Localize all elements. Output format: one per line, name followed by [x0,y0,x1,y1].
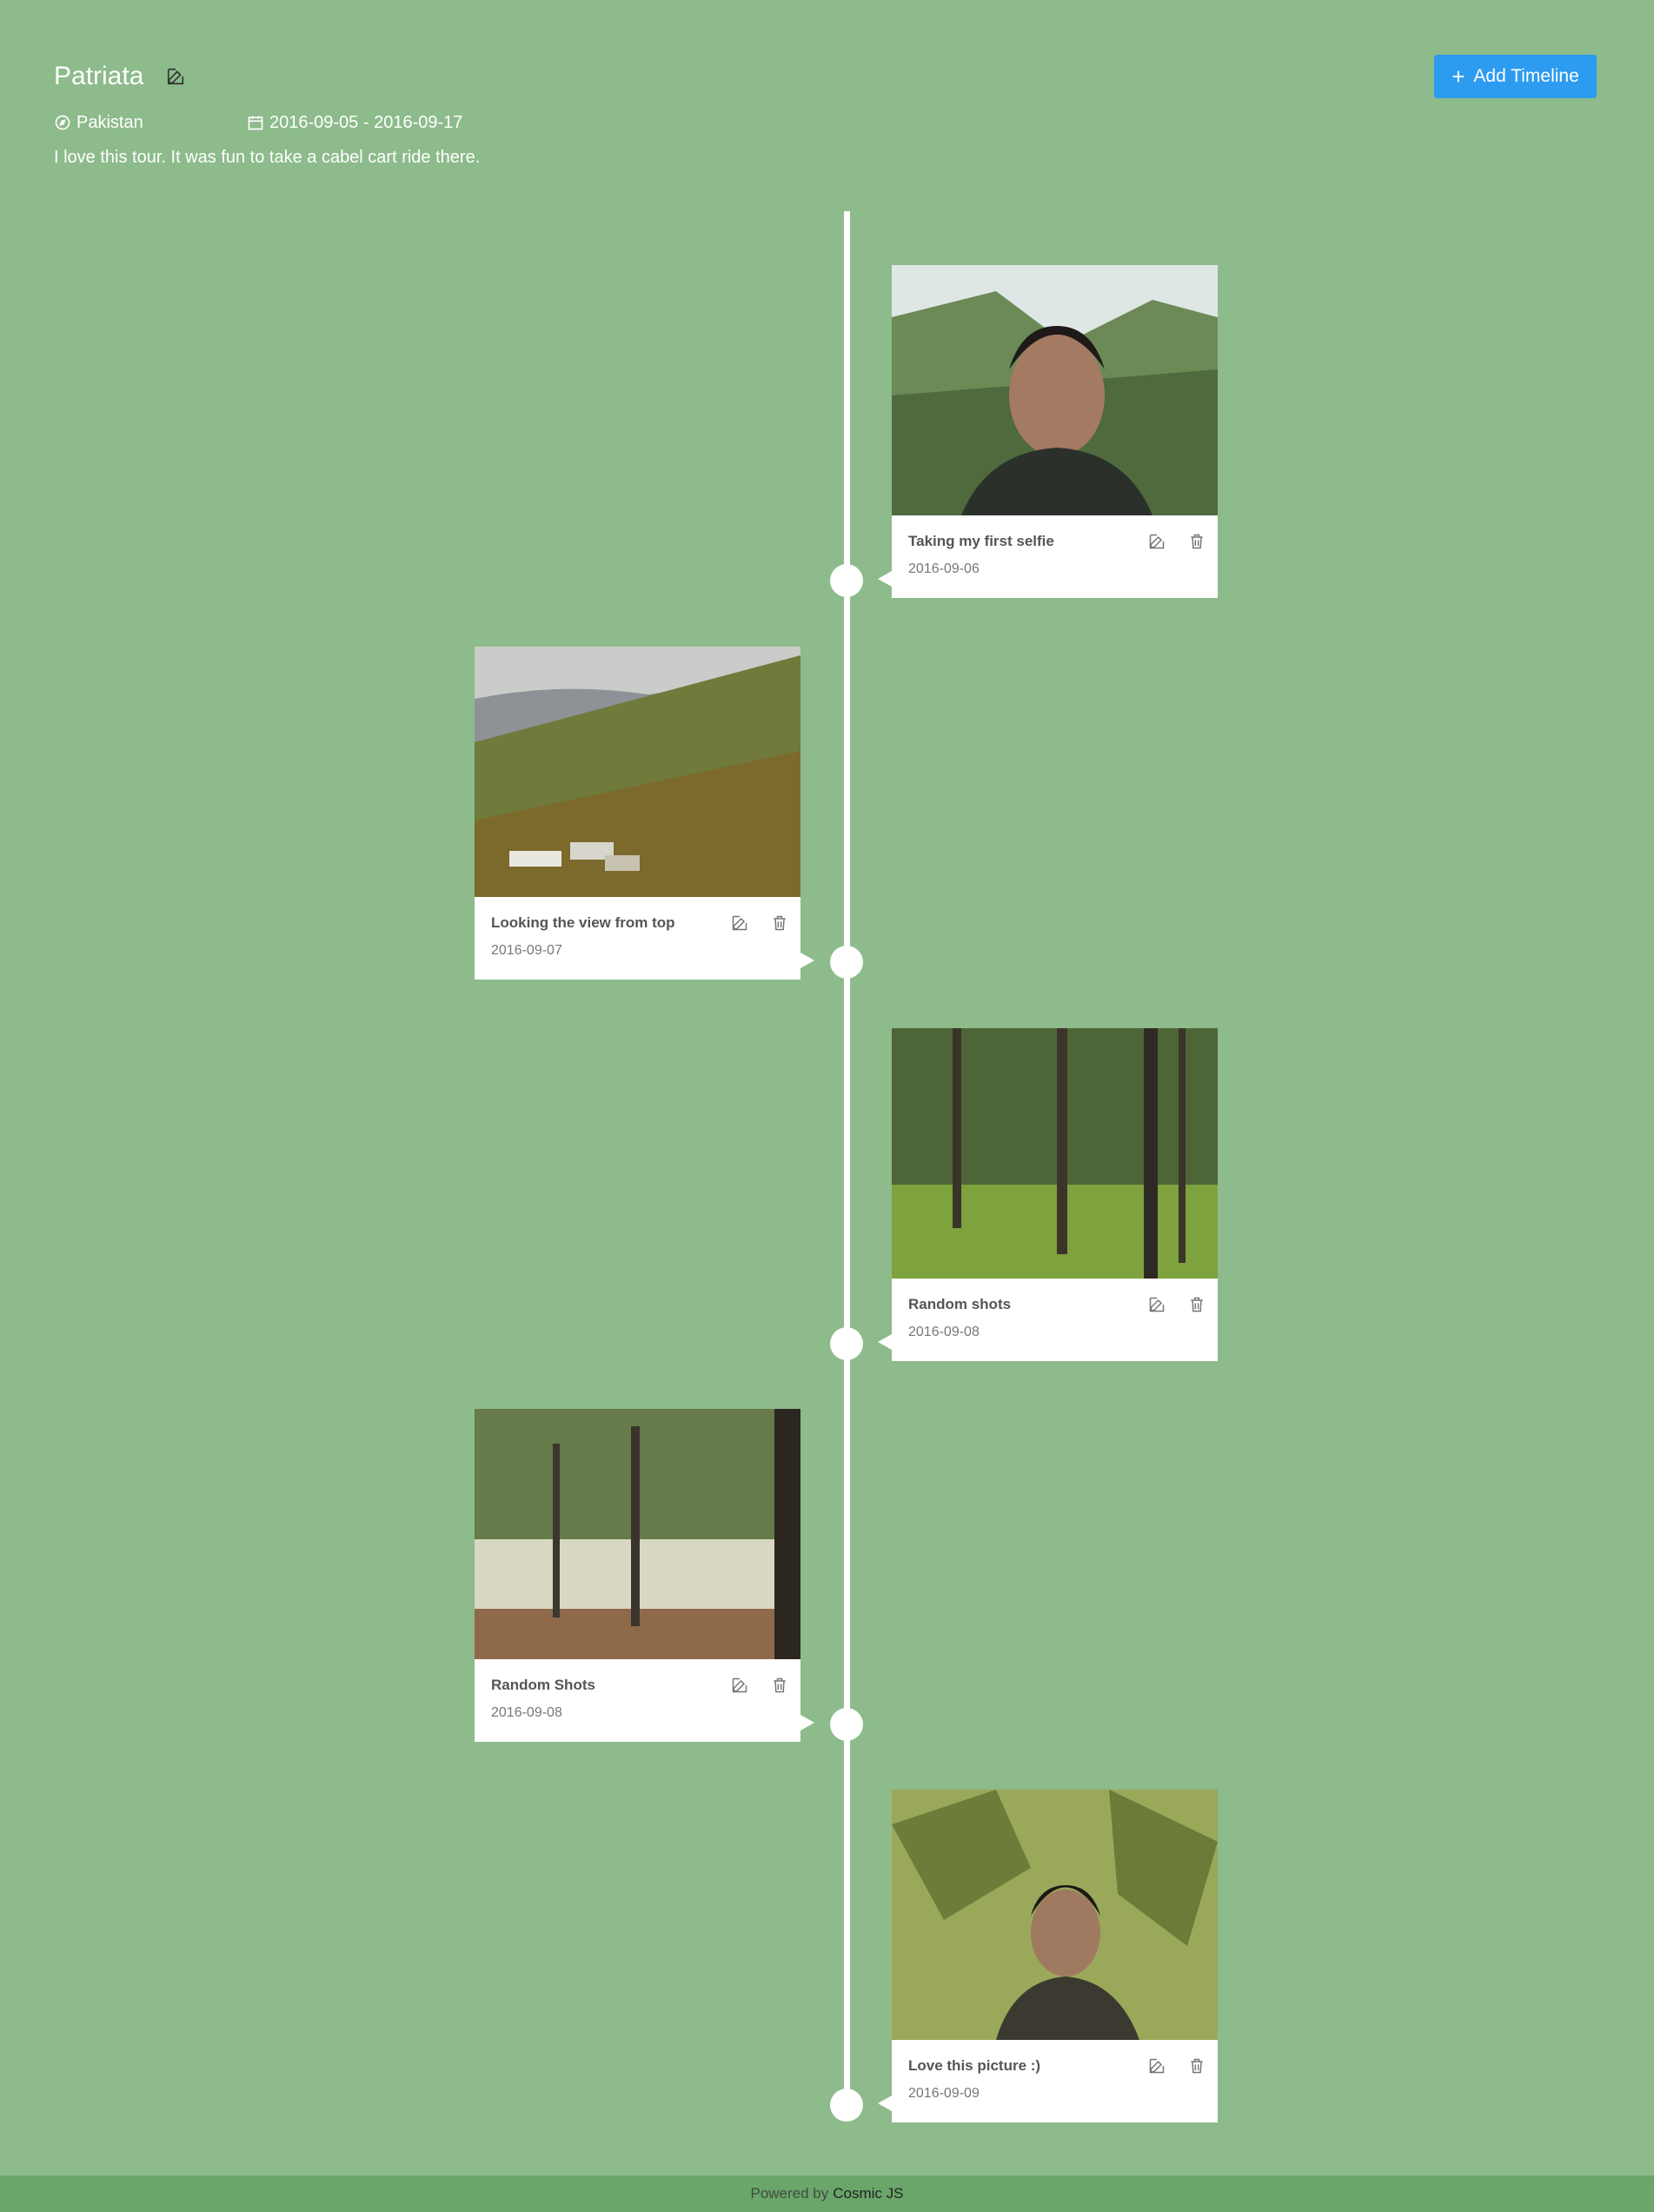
trip-meta: Pakistan 2016-09-05 - 2016-09-17 [54,111,462,134]
trip-dates-label: 2016-09-05 - 2016-09-17 [269,112,463,132]
compass-icon [55,115,70,130]
calendar-icon [248,116,263,130]
edit-icon[interactable] [1148,1296,1166,1313]
edit-icon[interactable] [731,1677,748,1694]
timeline-card: Looking the view from top 2016-09-07 [475,647,814,980]
entry-title: Looking the view from top [491,914,675,931]
entry-title: Taking my first selfie [908,533,1054,549]
entry-photo[interactable] [892,1790,1218,2040]
card-pointer [800,1715,814,1730]
card-pointer [878,2096,892,2111]
timeline-card: Random shots 2016-09-08 [878,1028,1218,1361]
add-timeline-label: Add Timeline [1473,66,1579,86]
entry-title: Random shots [908,1296,1012,1312]
timeline-line [844,211,850,2115]
edit-icon[interactable] [731,914,748,932]
trip-title: Patriata [54,62,144,90]
entry-date: 2016-09-07 [491,943,562,958]
delete-icon[interactable] [1188,1296,1206,1313]
timeline-card: Taking my first selfie 2016-09-06 [878,265,1218,598]
timeline-card: Love this picture :) 2016-09-09 [878,1790,1218,2122]
footer-powered-by: Powered by [750,2185,829,2202]
entry-date: 2016-09-08 [908,1325,980,1339]
timeline-dot [830,946,863,979]
timeline-dot [830,2089,863,2122]
edit-icon[interactable] [1148,533,1166,550]
entry-date: 2016-09-08 [491,1705,562,1720]
card-pointer [878,571,892,587]
entry-date: 2016-09-09 [908,2086,980,2101]
footer: Powered by Cosmic JS [0,2175,1654,2212]
timeline-card: Random Shots 2016-09-08 [475,1409,814,1742]
footer-brand-link[interactable]: Cosmic JS [833,2185,903,2202]
entry-title: Love this picture :) [908,2057,1041,2074]
entry-photo[interactable] [475,647,800,897]
timeline-dot [830,564,863,597]
entry-title: Random Shots [491,1677,595,1693]
trip-header: Patriata Pakistan 2016-09-05 - 2016-09-1… [54,61,1654,167]
delete-icon[interactable] [771,914,788,932]
card-pointer [878,1334,892,1350]
trip-location-label: Pakistan [76,112,143,132]
delete-icon[interactable] [1188,533,1206,550]
plus-icon: + [1451,63,1465,90]
trip-location: Pakistan [54,113,143,133]
edit-icon[interactable] [1148,2057,1166,2075]
edit-trip-icon[interactable] [164,65,187,88]
timeline-dot [830,1708,863,1741]
entry-date: 2016-09-06 [908,561,980,576]
trip-description: I love this tour. It was fun to take a c… [54,148,481,167]
entry-photo[interactable] [475,1409,800,1659]
entry-photo[interactable] [892,265,1218,515]
add-timeline-button[interactable]: + Add Timeline [1434,55,1597,98]
entry-photo[interactable] [892,1028,1218,1279]
card-pointer [800,953,814,968]
timeline-dot [830,1327,863,1360]
delete-icon[interactable] [771,1677,788,1694]
delete-icon[interactable] [1188,2057,1206,2075]
trip-dates: 2016-09-05 - 2016-09-17 [247,113,462,133]
